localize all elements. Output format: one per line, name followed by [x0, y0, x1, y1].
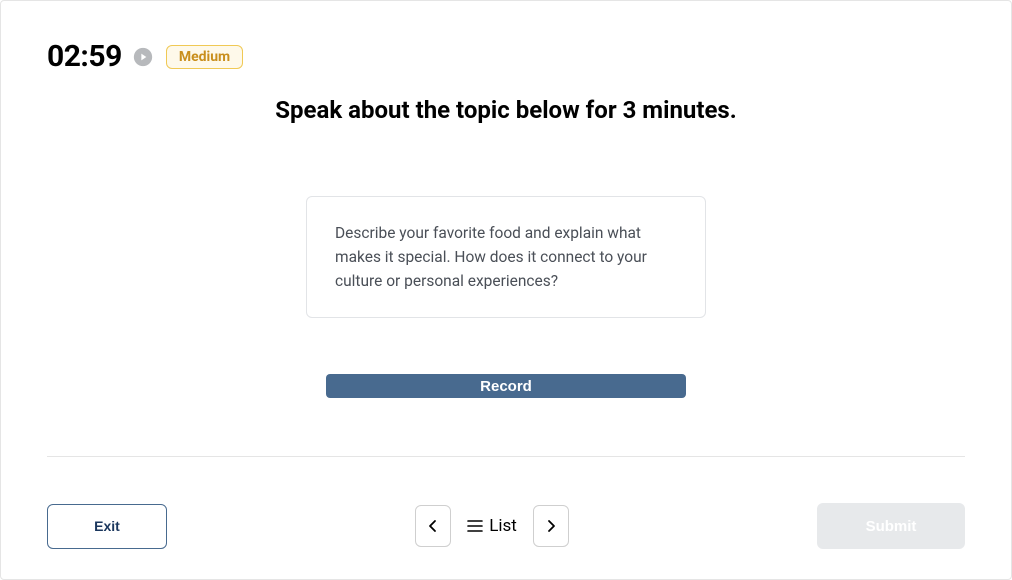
pagination-group: List: [415, 505, 569, 547]
exercise-panel: 02:59 Medium Speak about the topic below…: [0, 0, 1012, 580]
exit-button[interactable]: Exit: [47, 504, 167, 549]
next-button[interactable]: [533, 505, 569, 547]
header-row: 02:59 Medium: [47, 39, 965, 74]
prev-button[interactable]: [415, 505, 451, 547]
chevron-left-icon: [428, 519, 438, 533]
submit-button[interactable]: Submit: [817, 503, 965, 549]
instruction-text: Speak about the topic below for 3 minute…: [47, 96, 965, 124]
chevron-right-icon: [546, 519, 556, 533]
difficulty-badge: Medium: [166, 45, 243, 69]
menu-icon: [467, 520, 483, 532]
play-icon[interactable]: [132, 46, 154, 68]
timer-display: 02:59: [47, 39, 122, 74]
prompt-text: Describe your favorite food and explain …: [335, 224, 647, 290]
list-label: List: [489, 516, 517, 536]
prompt-card: Describe your favorite food and explain …: [306, 196, 706, 318]
record-button[interactable]: Record: [326, 374, 686, 398]
list-button[interactable]: List: [461, 508, 523, 544]
footer-nav: Exit List Submit: [47, 457, 965, 549]
